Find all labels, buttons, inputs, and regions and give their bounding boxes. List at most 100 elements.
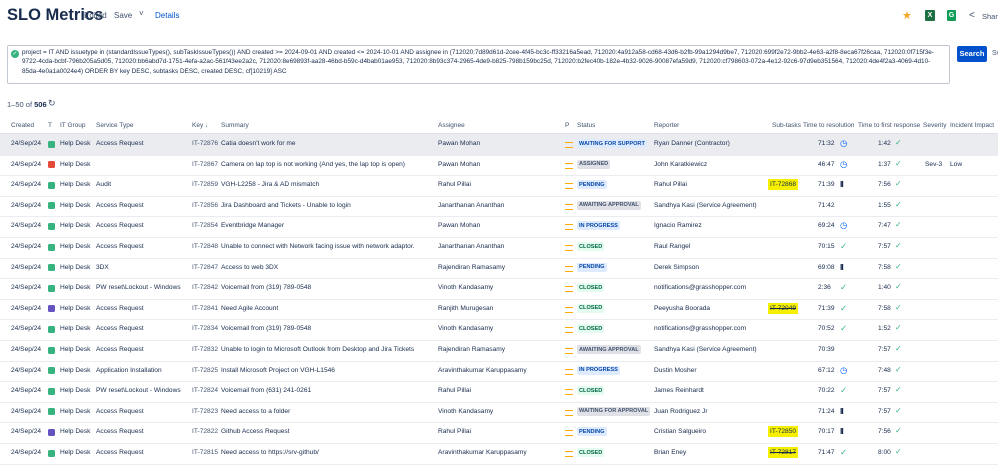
issue-key-link[interactable]: IT-72832 — [192, 346, 218, 353]
issue-key-link[interactable]: IT-72859 — [192, 181, 218, 188]
time-to-first-response: 7:56 — [878, 428, 891, 436]
issue-summary-link[interactable]: Catia doesn't work for me — [221, 140, 435, 147]
table-row[interactable]: 24/Sep/24 Help Desk Application Installati… — [0, 361, 998, 383]
assignee: Pawan Mohan — [438, 222, 481, 230]
table-row[interactable]: 24/Sep/24 Help Desk Access Request IT-72823… — [0, 402, 998, 424]
issue-summary-link[interactable]: Eventbridge Manager — [221, 222, 435, 229]
jql-query-text[interactable]: project = IT AND issuetype in (standardI… — [22, 48, 942, 76]
save-button[interactable]: Save — [114, 11, 132, 20]
table-row[interactable]: 24/Sep/24 Help Desk Audit IT-72859 VGH-L2258… — [0, 175, 998, 197]
save-options-caret[interactable]: ˅ — [139, 9, 144, 18]
switch-search-link[interactable]: Sv — [992, 50, 998, 57]
issue-summary-link[interactable]: Need access to a folder — [221, 408, 435, 415]
issue-key-link[interactable]: IT-72856 — [192, 202, 218, 209]
col-priority[interactable]: P — [565, 122, 569, 129]
table-row[interactable]: 24/Sep/24 Help Desk Access Request IT-72848… — [0, 237, 998, 259]
issue-summary-link[interactable]: Need access to https://srv-github/ — [221, 449, 435, 456]
issue-key-link[interactable]: IT-72834 — [192, 325, 218, 332]
col-assignee[interactable]: Assignee — [438, 122, 465, 129]
time-to-resolution: 69:08 — [818, 263, 835, 271]
col-status[interactable]: Status — [577, 122, 595, 129]
table-row[interactable]: 24/Sep/24 Help Desk PW reset\Lockout - Win… — [0, 278, 998, 300]
sla-met-check-icon: ✓ — [895, 199, 902, 209]
service-type: PW reset\Lockout - Windows — [96, 284, 181, 292]
issue-summary-link[interactable]: Need Agile Account — [221, 305, 435, 312]
priority-medium-icon — [565, 368, 573, 375]
col-severity[interactable]: Severity — [923, 122, 946, 129]
created-date: 24/Sep/24 — [11, 366, 42, 374]
col-summary[interactable]: Summary — [221, 122, 249, 129]
issue-key-link[interactable]: IT-72815 — [192, 449, 218, 456]
assignee: Pawan Mohan — [438, 140, 481, 147]
refresh-icon[interactable]: ↻ — [48, 98, 56, 109]
col-incident-impact[interactable]: Incident Impact — [950, 122, 994, 129]
table-row[interactable]: 24/Sep/24 Help Desk Access Request IT-72834… — [0, 319, 998, 341]
col-reporter[interactable]: Reporter — [654, 122, 679, 129]
issue-summary-link[interactable]: Unable to connect with Network facing is… — [221, 243, 435, 250]
created-date: 24/Sep/24 — [11, 325, 42, 333]
issue-summary-link[interactable]: Install Microsoft Project on VGH-L1546 — [221, 367, 435, 374]
star-icon[interactable]: ★ — [902, 10, 912, 22]
subtask-link[interactable]: IT-72850 — [768, 426, 799, 438]
status-badge: IN PROGRESS — [577, 365, 620, 375]
sla-met-check-icon: ✓ — [895, 405, 902, 415]
issue-key-link[interactable]: IT-72854 — [192, 222, 218, 229]
col-time-to-resolution[interactable]: Time to resolution — [803, 122, 854, 129]
issue-key-link[interactable]: IT-72847 — [192, 264, 218, 271]
col-key[interactable]: Key ↓ — [192, 122, 208, 129]
issue-key-link[interactable]: IT-72822 — [192, 428, 218, 435]
issue-summary-link[interactable]: Jira Dashboard and Tickets - Unable to l… — [221, 202, 435, 209]
google-sheets-export-icon[interactable]: G — [947, 10, 956, 21]
issue-summary-link[interactable]: Voicemail from (319) 789-0548 — [221, 284, 435, 291]
col-time-to-first-response[interactable]: Time to first response — [858, 122, 920, 129]
issue-key-link[interactable]: IT-72876 — [192, 140, 218, 147]
table-row[interactable]: 24/Sep/24 Help Desk 3DX IT-72847 Access to w… — [0, 258, 998, 280]
subtask-link[interactable]: IT-72049 — [768, 302, 799, 314]
it-group: Help Desk — [60, 222, 91, 230]
issue-key-link[interactable]: IT-72842 — [192, 284, 218, 291]
search-button[interactable]: Search — [957, 46, 987, 62]
table-row[interactable]: 24/Sep/24 Help Desk Access Request IT-72822… — [0, 422, 998, 444]
table-row[interactable]: 24/Sep/24 Help Desk IT-72867 Camera on lap … — [0, 155, 998, 177]
service-type: Access Request — [96, 140, 144, 147]
sla-met-check-icon: ✓ — [895, 344, 902, 353]
issue-key-link[interactable]: IT-72848 — [192, 243, 218, 250]
issue-summary-link[interactable]: Unable to login to Microsoft Outlook fro… — [221, 346, 435, 353]
excel-export-icon[interactable]: X — [925, 10, 935, 21]
table-row[interactable]: 24/Sep/24 Help Desk Access Request IT-72854… — [0, 216, 998, 238]
assignee: Ranjith Murugesan — [438, 304, 494, 312]
table-row[interactable]: 24/Sep/24 Help Desk PW reset\Lockout - Win… — [0, 381, 998, 403]
table-row[interactable]: 24/Sep/24 Help Desk Access Request IT-72841… — [0, 299, 998, 321]
table-row[interactable]: 24/Sep/24 Help Desk Access Request IT-72856… — [0, 196, 998, 218]
issue-summary-link[interactable]: Voicemail from (319) 789-0548 — [221, 325, 435, 332]
issue-summary-link[interactable]: VGH-L2258 - Jira & AD mismatch — [221, 181, 435, 188]
status-badge: CLOSED — [577, 283, 605, 293]
issue-key-link[interactable]: IT-72824 — [192, 387, 218, 394]
col-type[interactable]: T — [48, 122, 52, 129]
issue-summary-link[interactable]: Access to web 3DX — [221, 264, 435, 271]
details-link[interactable]: Details — [155, 11, 179, 20]
priority-medium-icon — [565, 389, 573, 396]
table-row[interactable]: 24/Sep/24 Help Desk Access Request IT-72832… — [0, 340, 998, 362]
issue-summary-link[interactable]: Camera on lap top is not working (And ye… — [221, 161, 435, 168]
col-service-type[interactable]: Service Type — [96, 122, 133, 129]
share-icon[interactable]: < — [969, 10, 975, 22]
share-button[interactable]: Shar — [982, 12, 998, 21]
subtask-link[interactable]: IT-72817 — [768, 447, 799, 458]
issue-summary-link[interactable]: Voicemail from (631) 241-0261 — [221, 387, 435, 394]
col-it-group[interactable]: IT Group — [60, 122, 86, 129]
issue-key-link[interactable]: IT-72867 — [192, 161, 218, 168]
sla-status-icon: ◷ — [840, 220, 848, 231]
jql-query-box[interactable]: ✓ project = IT AND issuetype in (standar… — [7, 45, 950, 84]
created-date: 24/Sep/24 — [11, 346, 42, 353]
table-row[interactable]: 24/Sep/24 Help Desk Access Request IT-72815… — [0, 443, 998, 465]
issue-key-link[interactable]: IT-72825 — [192, 367, 218, 374]
it-group: Help Desk — [60, 160, 91, 168]
col-created[interactable]: Created — [11, 122, 34, 129]
subtask-link[interactable]: IT-72868 — [768, 179, 799, 191]
issue-key-link[interactable]: IT-72823 — [192, 408, 218, 415]
issue-key-link[interactable]: IT-72841 — [192, 305, 218, 312]
issue-summary-link[interactable]: Github Access Request — [221, 428, 435, 435]
table-row[interactable]: 24/Sep/24 Help Desk Access Request IT-72876… — [0, 134, 998, 156]
col-subtasks[interactable]: Sub-tasks — [772, 122, 801, 129]
